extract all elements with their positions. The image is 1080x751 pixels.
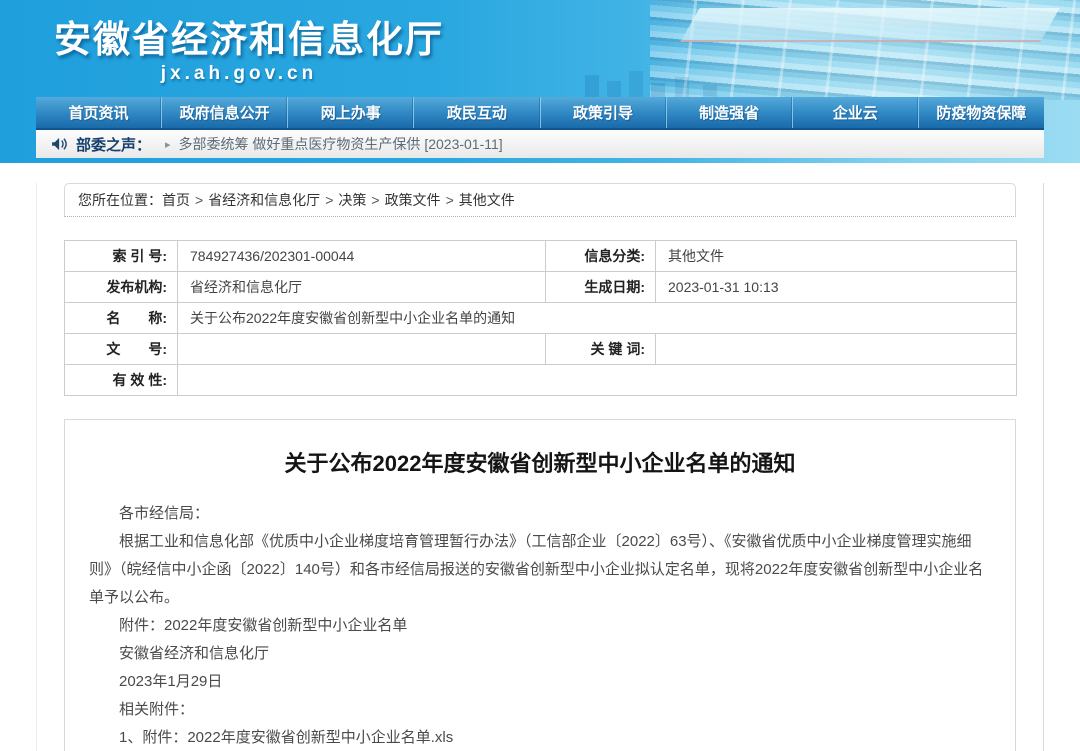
attachment-download-link[interactable]: 1、附件：2022年度安徽省创新型中小企业名单.xls [89,724,991,751]
validity-label: 有 效 性: [65,365,178,396]
news-ticker: 部委之声： ▸ 多部委统筹 做好重点医疗物资生产保供 [2023-01-11] [36,130,1044,158]
keywords-value [656,334,1017,365]
generate-date-value: 2023-01-31 10:13 [656,272,1017,303]
breadcrumb-separator: > [325,192,333,208]
doc-number-value [178,334,546,365]
ticker-label: 部委之声： [76,134,151,155]
table-row: 有 效 性: [65,365,1017,396]
site-title: 安徽省经济和信息化厅 [54,18,1044,62]
doc-name-label: 名 称: [65,303,178,334]
content-area: 您所在位置：首页 > 省经济和信息化厅 > 决策 > 政策文件 > 其他文件 索 引 号: 78… [36,183,1044,751]
document-info-table: 索 引 号: 784927436/202301-00044 信息分类: 其他文件… [64,240,1017,396]
related-attachments-heading: 相关附件： [89,696,991,724]
breadcrumb-link-home[interactable]: 首页 [162,192,190,208]
index-number-value: 784927436/202301-00044 [178,241,546,272]
site-logo: 安徽省经济和信息化厅 jx.ah.gov.cn [36,0,1044,97]
speaker-icon [52,137,68,151]
keywords-label: 关 键 词: [546,334,656,365]
ticker-news-link[interactable]: 多部委统筹 做好重点医疗物资生产保供 [2023-01-11] [179,134,503,154]
site-url: jx.ah.gov.cn [54,62,424,86]
info-category-label: 信息分类: [546,241,656,272]
info-category-value: 其他文件 [656,241,1017,272]
article-attachment-line: 附件：2022年度安徽省创新型中小企业名单 [89,612,991,640]
nav-item-policy-guide[interactable]: 政策引导 [541,97,667,128]
breadcrumb-link-decisions[interactable]: 决策 [338,192,366,208]
arrow-right-icon: ▸ [165,138,171,151]
table-row: 索 引 号: 784927436/202301-00044 信息分类: 其他文件 [65,241,1017,272]
issuing-org-value: 省经济和信息化厅 [178,272,546,303]
article-title: 关于公布2022年度安徽省创新型中小企业名单的通知 [89,446,991,478]
breadcrumb-link-department[interactable]: 省经济和信息化厅 [208,192,320,208]
nav-item-home[interactable]: 首页资讯 [36,97,162,128]
nav-item-enterprise-cloud[interactable]: 企业云 [793,97,919,128]
nav-item-interaction[interactable]: 政民互动 [414,97,540,128]
article-paragraph: 根据工业和信息化部《优质中小企业梯度培育管理暂行办法》（工信部企业〔2022〕6… [89,528,991,612]
article-body: 各市经信局： 根据工业和信息化部《优质中小企业梯度培育管理暂行办法》（工信部企业… [89,500,991,751]
nav-item-epidemic-supplies[interactable]: 防疫物资保障 [919,97,1044,128]
breadcrumb-link-other-docs[interactable]: 其他文件 [459,192,515,208]
main-navigation: 首页资讯 政府信息公开 网上办事 政民互动 政策引导 制造强省 企业云 防疫物资… [36,97,1044,130]
breadcrumb: 您所在位置：首页 > 省经济和信息化厅 > 决策 > 政策文件 > 其他文件 [64,183,1016,217]
breadcrumb-link-policy-docs[interactable]: 政策文件 [385,192,441,208]
article-signature-org: 安徽省经济和信息化厅 [89,640,991,668]
nav-item-online-services[interactable]: 网上办事 [288,97,414,128]
nav-item-manufacturing[interactable]: 制造强省 [667,97,793,128]
site-banner: 安徽省经济和信息化厅 jx.ah.gov.cn 首页资讯 政府信息公开 网上办事… [0,0,1080,163]
breadcrumb-separator: > [446,192,454,208]
generate-date-label: 生成日期: [546,272,656,303]
table-row: 文 号: 关 键 词: [65,334,1017,365]
article: 关于公布2022年度安徽省创新型中小企业名单的通知 各市经信局： 根据工业和信息… [64,419,1016,751]
doc-name-value: 关于公布2022年度安徽省创新型中小企业名单的通知 [178,303,1017,334]
breadcrumb-prefix: 您所在位置： [78,192,162,208]
nav-item-gov-info[interactable]: 政府信息公开 [162,97,288,128]
doc-number-label: 文 号: [65,334,178,365]
article-signature-date: 2023年1月29日 [89,668,991,696]
table-row: 发布机构: 省经济和信息化厅 生成日期: 2023-01-31 10:13 [65,272,1017,303]
index-number-label: 索 引 号: [65,241,178,272]
article-salutation: 各市经信局： [89,500,991,528]
breadcrumb-separator: > [195,192,203,208]
validity-value [178,365,1017,396]
table-row: 名 称: 关于公布2022年度安徽省创新型中小企业名单的通知 [65,303,1017,334]
breadcrumb-separator: > [371,192,379,208]
issuing-org-label: 发布机构: [65,272,178,303]
